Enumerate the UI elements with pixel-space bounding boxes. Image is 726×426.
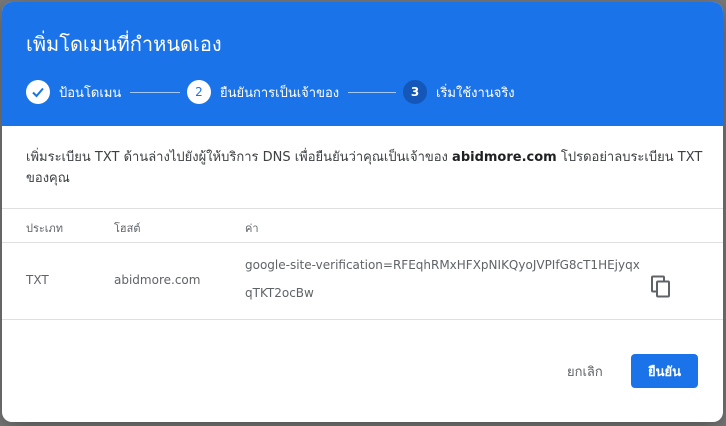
stepper: ป้อนโดเมน 2 ยืนยันการเป็นเจ้าของ 3 เริ่ม…: [26, 78, 723, 106]
step-label: ยืนยันการเป็นเจ้าของ: [220, 85, 340, 101]
step-number: 3: [403, 80, 427, 104]
dialog-actions: ยกเลิก ยืนยัน: [2, 342, 723, 422]
dialog-header: เพิ่มโดเมนที่กำหนดเอง ป้อนโดเมน 2 ยืนยัน…: [2, 2, 723, 126]
step-go-live: 3 เริ่มใช้งานจริง: [403, 78, 515, 106]
instructions-text: เพิ่มระเบียน TXT ด้านล่างไปยังผู้ให้บริก…: [26, 147, 706, 189]
confirm-button[interactable]: ยืนยัน: [631, 354, 698, 388]
step-number: 2: [187, 80, 211, 104]
cancel-button[interactable]: ยกเลิก: [557, 354, 613, 388]
check-icon: [26, 80, 50, 104]
record-type: TXT: [26, 273, 49, 287]
dns-record-table: ประเภท โฮสต์ ค่า TXT abidmore.com google…: [2, 208, 723, 320]
add-custom-domain-dialog: เพิ่มโดเมนที่กำหนดเอง ป้อนโดเมน 2 ยืนยัน…: [2, 2, 723, 422]
copy-button[interactable]: [646, 273, 676, 303]
header-type: ประเภท: [26, 222, 64, 235]
step-verify-ownership: 2 ยืนยันการเป็นเจ้าของ: [187, 78, 339, 106]
header-host: โฮสต์: [114, 222, 141, 235]
step-connector: [348, 92, 396, 93]
header-value: ค่า: [245, 222, 259, 235]
record-host: abidmore.com: [114, 273, 201, 287]
step-label: เริ่มใช้งานจริง: [436, 85, 515, 101]
step-label: ป้อนโดเมน: [59, 85, 122, 101]
copy-icon: [650, 275, 672, 302]
dialog-title: เพิ่มโดเมนที่กำหนดเอง: [26, 32, 222, 56]
step-enter-domain: ป้อนโดเมน: [26, 78, 121, 106]
table-row: TXT abidmore.com google-site-verificatio…: [2, 243, 723, 320]
table-header: ประเภท โฮสต์ ค่า: [2, 209, 723, 243]
domain-name: abidmore.com: [452, 150, 557, 165]
record-value[interactable]: google-site-verification=RFEqhRMxHFXpNIK…: [245, 251, 645, 307]
instructions-prefix: เพิ่มระเบียน TXT ด้านล่างไปยังผู้ให้บริก…: [26, 150, 453, 165]
step-connector: [130, 92, 180, 93]
